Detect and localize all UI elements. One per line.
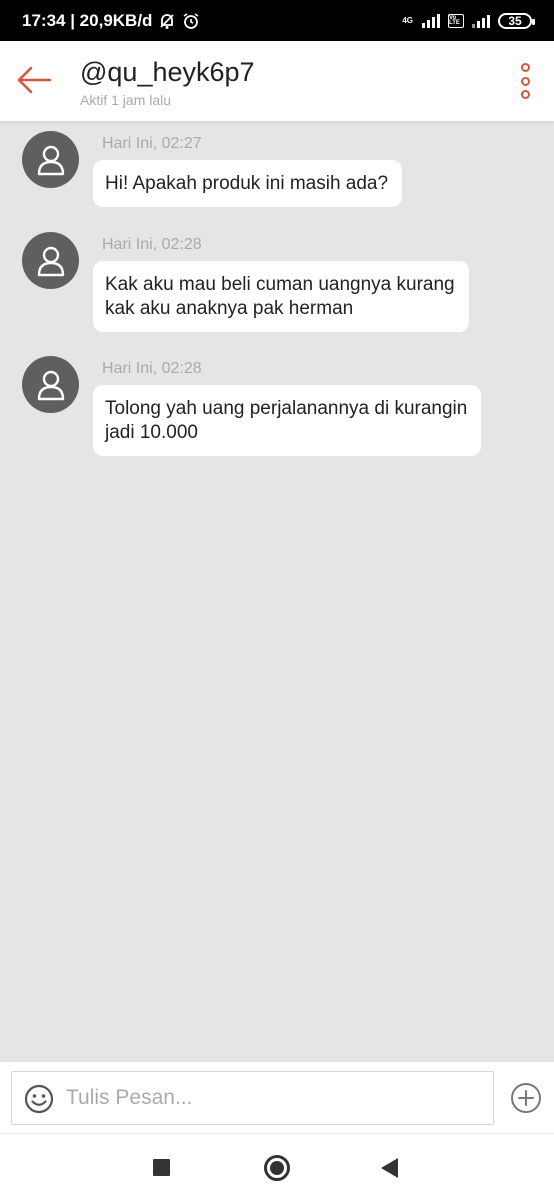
- network-type-label: 4G: [402, 15, 413, 25]
- message-time: Hari Ini, 02:28: [102, 360, 202, 377]
- back-arrow-icon[interactable]: [14, 63, 54, 97]
- back-triangle-icon[interactable]: [381, 1158, 398, 1178]
- message-time: Hari Ini, 02:27: [102, 135, 202, 152]
- chat-subtitle: Aktif 1 jam lalu: [80, 92, 172, 108]
- status-bar: 17:34 | 20,9KB/d 4G Vo LTE 35: [0, 0, 554, 41]
- status-left: 17:34 | 20,9KB/d: [22, 11, 200, 31]
- chat-header: @qu_heyk6p7 Aktif 1 jam lalu: [0, 41, 554, 121]
- battery-icon: 35: [498, 12, 535, 29]
- plus-circle-icon[interactable]: [510, 1082, 542, 1114]
- message-bubble: Tolong yah uang perjalanannya di kurangi…: [93, 385, 482, 456]
- avatar: [22, 356, 79, 413]
- home-icon[interactable]: [264, 1155, 290, 1181]
- signal-icon-2: [472, 14, 490, 28]
- signal-icon: [422, 13, 440, 28]
- message-time: Hari Ini, 02:28: [102, 236, 202, 253]
- avatar: [22, 131, 79, 188]
- chat-title: @qu_heyk6p7: [80, 57, 255, 87]
- alarm-icon: [183, 12, 199, 29]
- battery-level: 35: [508, 13, 522, 28]
- system-nav-bar: [0, 1133, 554, 1200]
- message-bubble: Kak aku mau beli cuman uangnya kurang ka…: [93, 261, 469, 332]
- user-icon: [37, 370, 64, 400]
- input-placeholder: Tulis Pesan...: [66, 1086, 193, 1109]
- avatar: [22, 232, 79, 289]
- volte-icon: Vo LTE: [448, 13, 464, 28]
- message-text: Hi! Apakah produk ini masih ada?: [105, 173, 389, 194]
- status-time-speed: 17:34 | 20,9KB/d: [22, 10, 153, 30]
- message-text: Tolong yah uang perjalanannya di kurangi…: [105, 398, 468, 419]
- emoji-icon[interactable]: [24, 1084, 54, 1114]
- message-list: Hari Ini, 02:27 Hi! Apakah produk ini ma…: [0, 121, 554, 1061]
- user-icon: [37, 246, 64, 276]
- silent-bell-icon: [160, 13, 175, 29]
- message-bubble: Hi! Apakah produk ini masih ada?: [93, 160, 403, 207]
- message-input-bar: Tulis Pesan...: [0, 1061, 554, 1133]
- message-input[interactable]: Tulis Pesan...: [11, 1071, 494, 1125]
- message-text: kak aku anaknya pak herman: [105, 298, 354, 319]
- user-icon: [37, 145, 64, 175]
- recents-icon[interactable]: [153, 1159, 170, 1176]
- message-text: jadi 10.000: [105, 422, 198, 443]
- status-right: 4G Vo LTE 35: [402, 12, 535, 29]
- more-vertical-icon[interactable]: [518, 63, 532, 99]
- message-text: Kak aku mau beli cuman uangnya kurang: [105, 274, 455, 295]
